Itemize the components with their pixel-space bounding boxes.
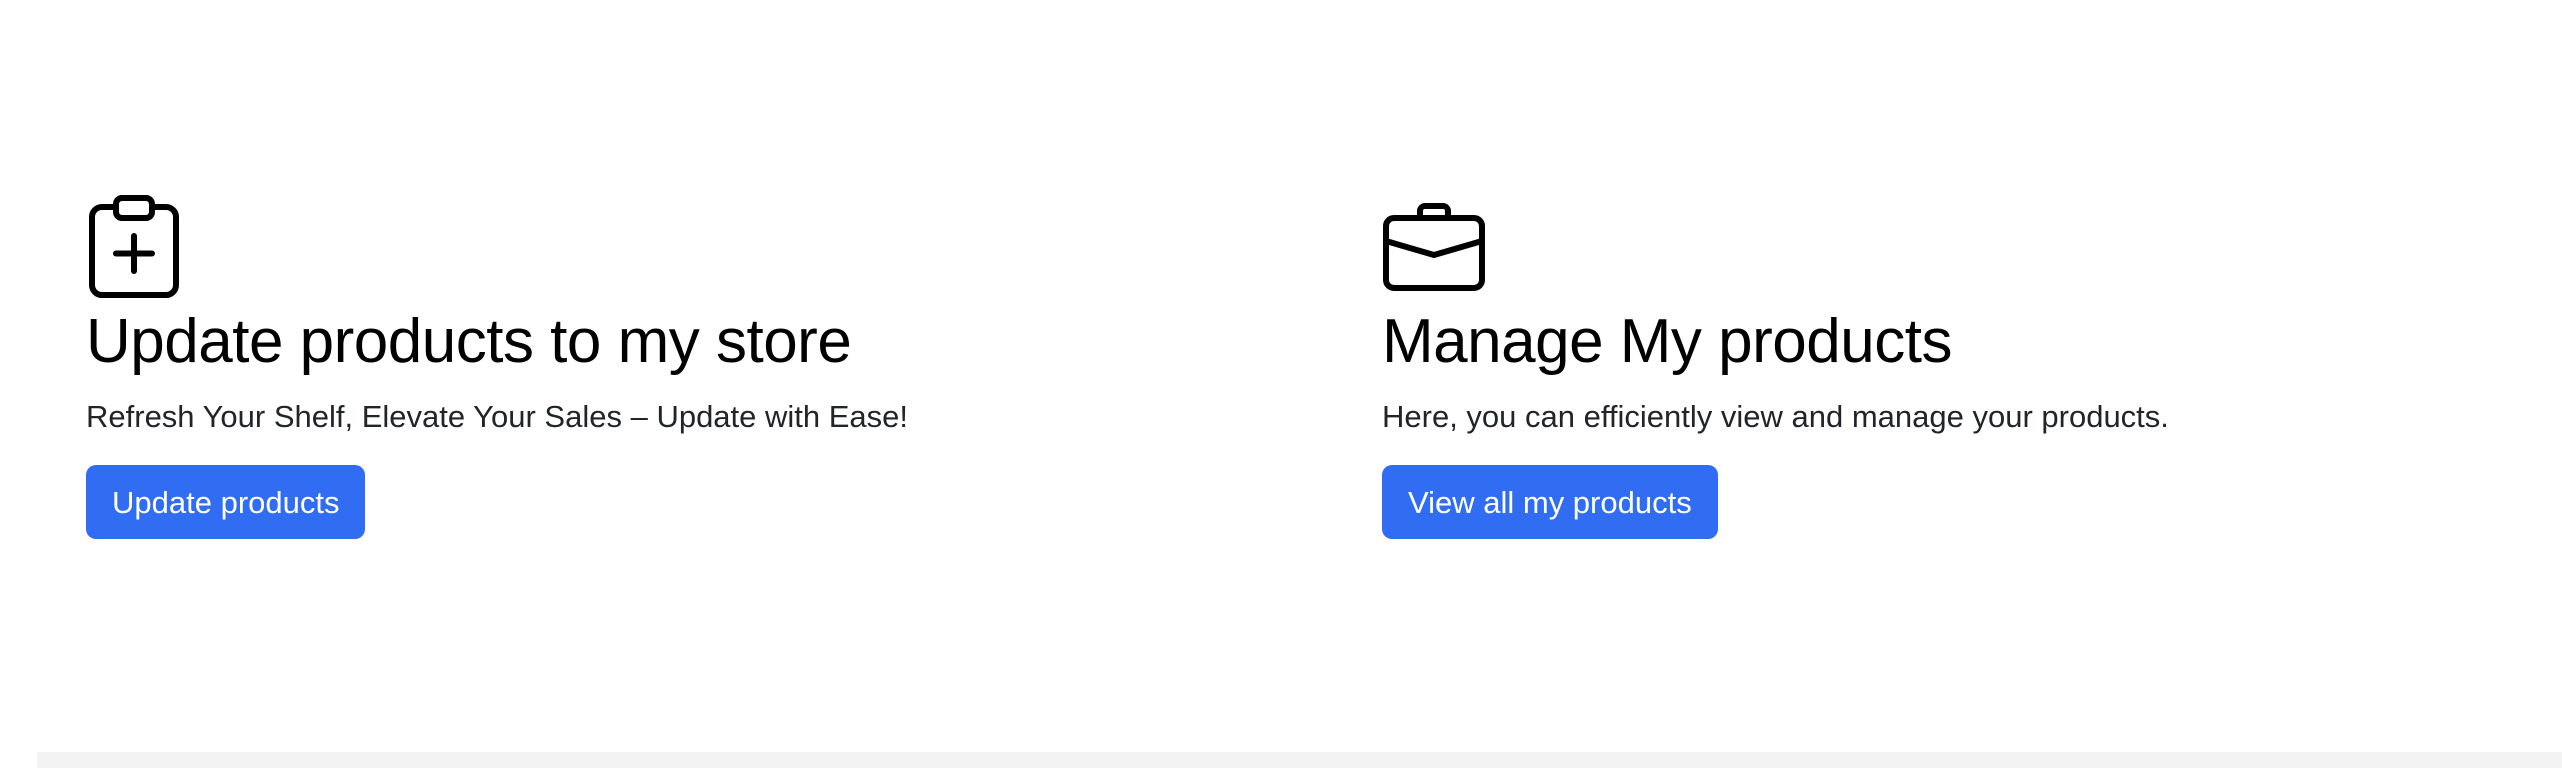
update-icon-container (86, 195, 1286, 305)
update-card-title: Update products to my store (86, 307, 852, 376)
update-card-description: Refresh Your Shelf, Elevate Your Sales –… (86, 399, 909, 435)
briefcase-icon (1382, 195, 1486, 293)
clipboard-plus-icon (86, 195, 182, 299)
update-products-card: Update products to my store Refresh Your… (86, 195, 1286, 539)
view-all-products-button[interactable]: View all my products (1382, 464, 1718, 539)
footer-band (37, 752, 2562, 768)
page: Update products to my store Refresh Your… (0, 0, 2562, 768)
manage-card-title: Manage My products (1382, 307, 1952, 376)
manage-icon-container (1382, 195, 2562, 305)
manage-products-card: Manage My products Here, you can efficie… (1382, 195, 2562, 539)
update-products-button[interactable]: Update products (86, 464, 366, 539)
manage-card-description: Here, you can efficiently view and manag… (1382, 399, 2169, 435)
